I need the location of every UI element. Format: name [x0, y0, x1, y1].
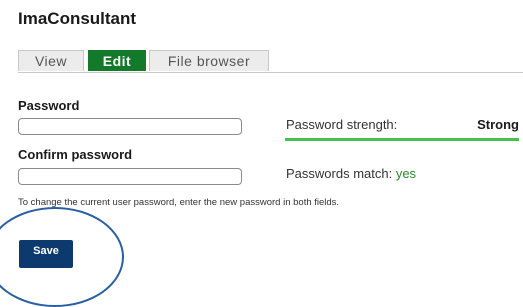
password-strength-value: Strong: [477, 117, 519, 132]
password-label: Password: [18, 98, 80, 113]
tab-bar: View Edit File browser: [18, 50, 523, 73]
tab-view[interactable]: View: [18, 50, 84, 71]
tab-edit[interactable]: Edit: [88, 50, 146, 71]
confirm-password-field[interactable]: [18, 168, 242, 185]
passwords-match-label: Passwords match:: [286, 166, 393, 181]
password-strength-bar: [285, 138, 519, 141]
password-strength-label: Password strength:: [286, 117, 398, 132]
page-title: ImaConsultant: [18, 9, 137, 28]
password-strength-fill: [285, 138, 519, 141]
password-field[interactable]: [18, 118, 242, 135]
help-text: To change the current user password, ent…: [18, 197, 340, 208]
passwords-match-status: Passwords match: yes: [286, 166, 416, 181]
save-button[interactable]: Save: [19, 240, 73, 268]
passwords-match-value: yes: [395, 166, 417, 181]
tab-file-browser[interactable]: File browser: [149, 50, 269, 71]
confirm-password-label: Confirm password: [18, 147, 133, 162]
